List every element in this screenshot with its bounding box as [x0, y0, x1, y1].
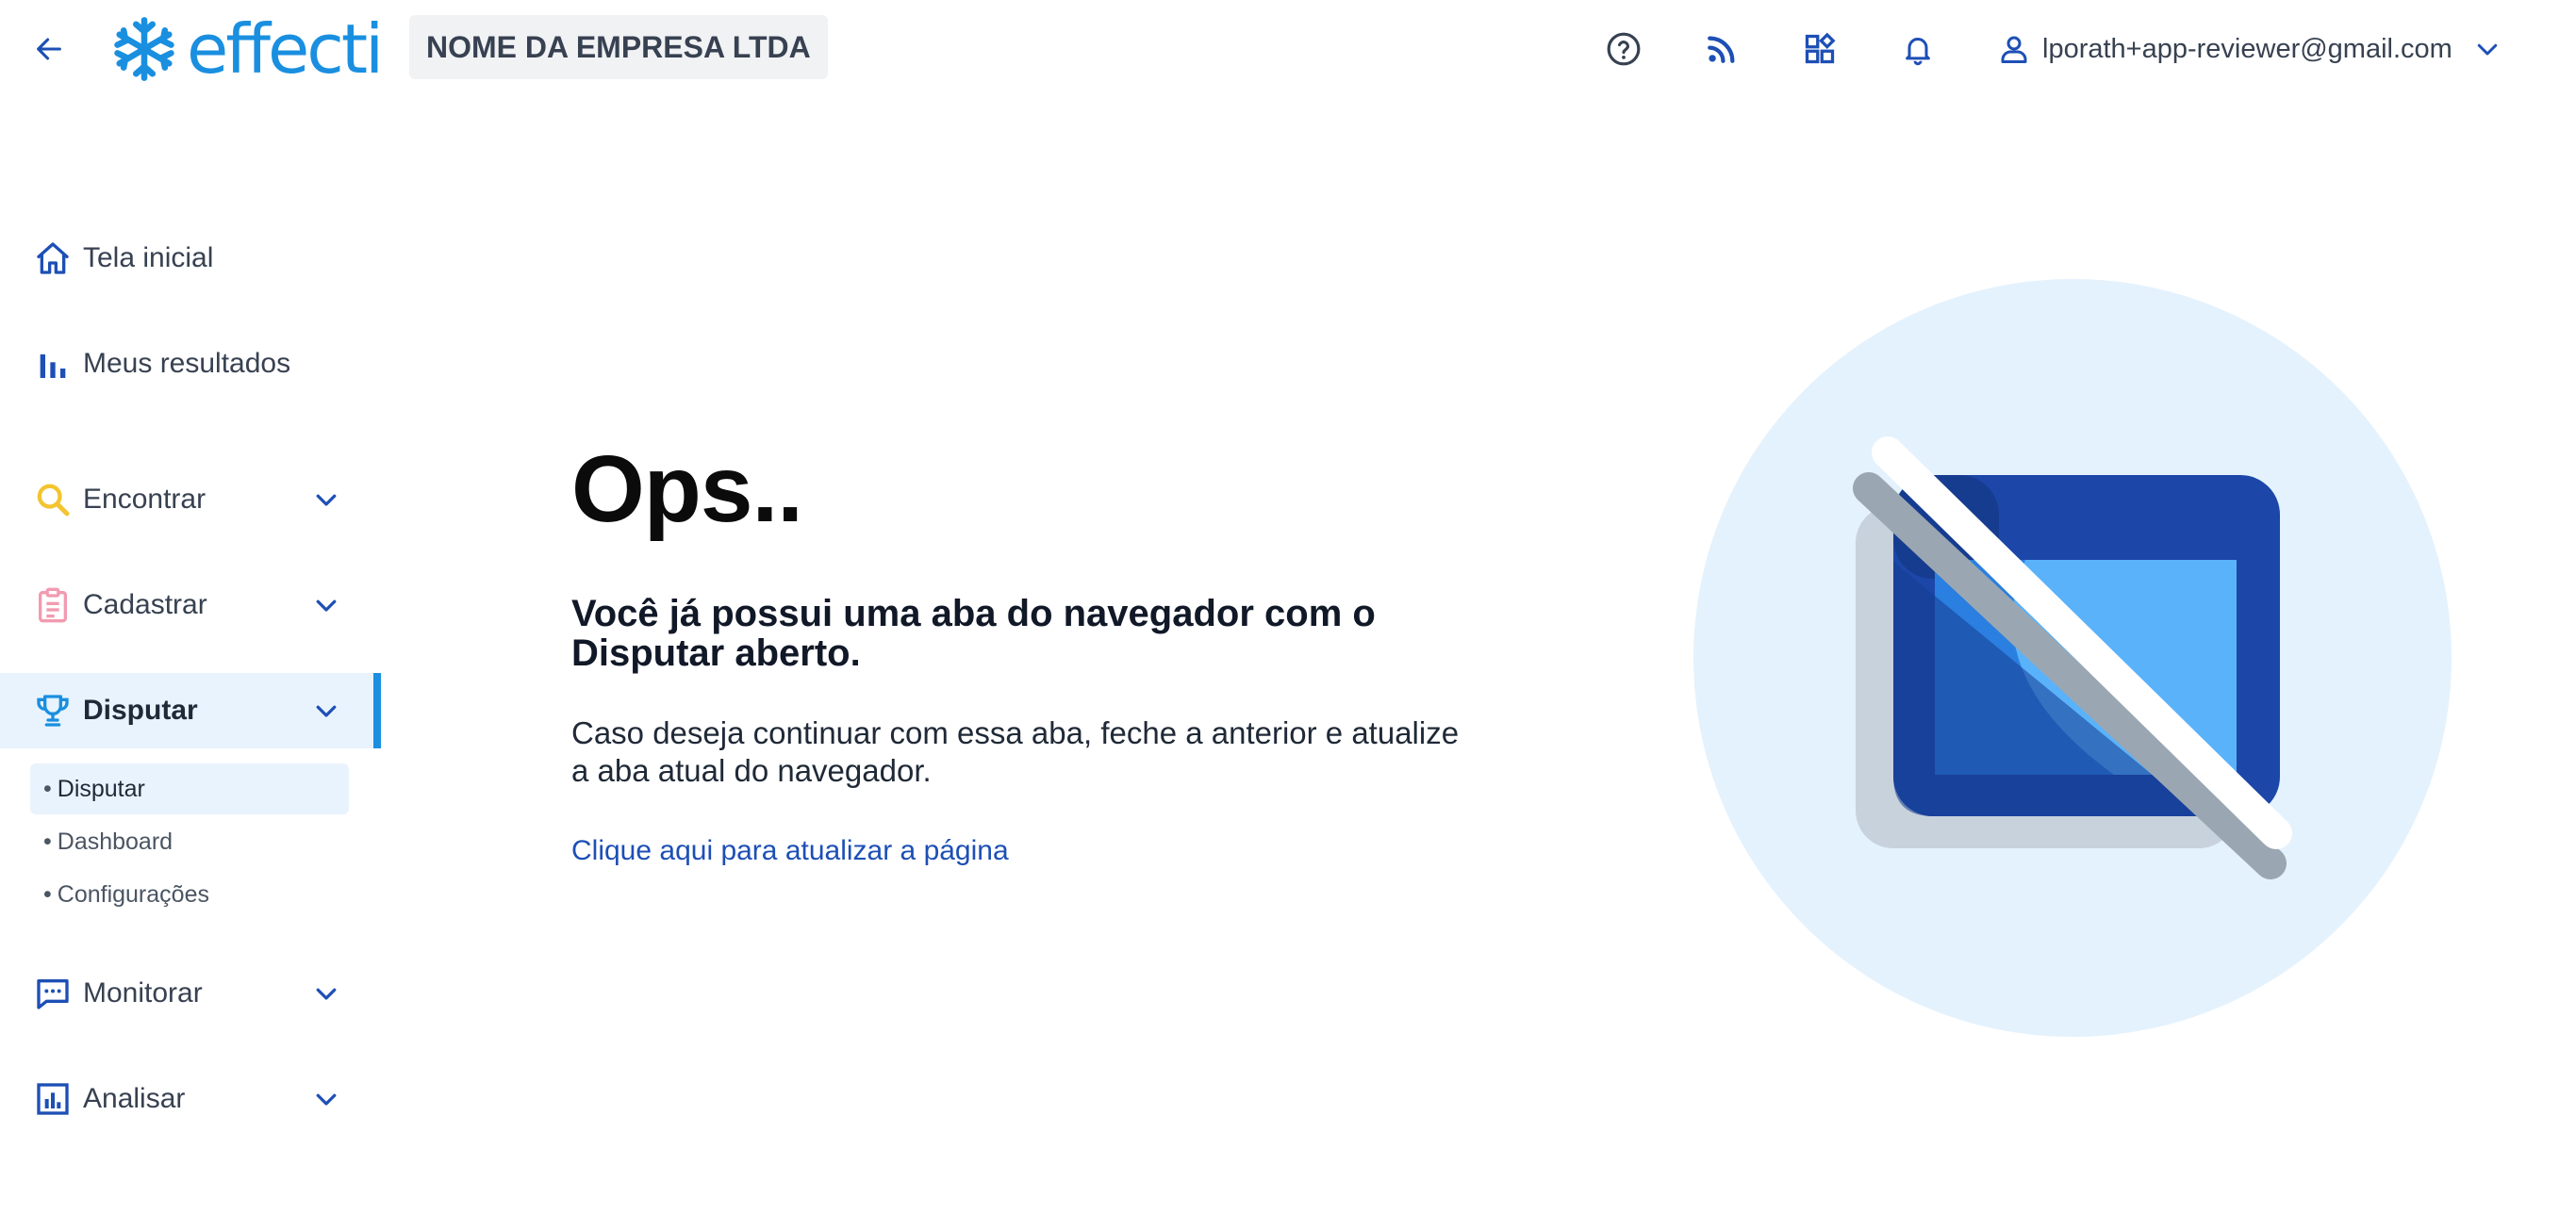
- sidebar-item-tela-inicial[interactable]: Tela inicial: [0, 221, 381, 296]
- bullet: •: [43, 828, 52, 855]
- help-icon: [1607, 32, 1641, 66]
- chevron-down-icon[interactable]: [307, 481, 345, 518]
- chevron-down-icon[interactable]: [307, 692, 345, 730]
- sidebar-item-cadastrar[interactable]: Cadastrar: [0, 567, 381, 643]
- user-menu[interactable]: lporath+app-reviewer@gmail.com: [1997, 25, 2502, 74]
- rss-feed-icon: [1708, 36, 1735, 63]
- error-subtitle: Você já possui uma aba do navegador com …: [571, 593, 1376, 674]
- bullet: •: [43, 880, 52, 908]
- chat-icon: [32, 973, 74, 1014]
- arrow-left-icon: [37, 38, 61, 60]
- feed-button[interactable]: [1701, 28, 1742, 70]
- sidebar-item-analisar[interactable]: Analisar: [0, 1061, 381, 1137]
- bar-chart-icon: [32, 343, 74, 385]
- chevron-down-icon[interactable]: [307, 586, 345, 624]
- help-button[interactable]: [1603, 28, 1644, 70]
- error-description: Caso deseja continuar com essa aba, fech…: [571, 715, 1460, 788]
- chevron-down-icon: [2477, 43, 2498, 56]
- snowflake-logo-icon: [114, 17, 174, 81]
- page: effecti NOME DA EMPRESA LTDA lporath+app…: [0, 0, 2576, 1214]
- sidebar-item-label: Tela inicial: [83, 242, 214, 273]
- trophy-icon: [32, 690, 74, 731]
- bell-icon: [1906, 38, 1930, 66]
- sidebar-item-label: Monitorar: [83, 977, 203, 1009]
- sidebar-item-label: Encontrar: [83, 484, 206, 515]
- chevron-down-icon[interactable]: [307, 975, 345, 1012]
- analytics-icon: [32, 1078, 74, 1120]
- sidebar-item-encontrar[interactable]: Encontrar: [0, 462, 381, 537]
- bullet: •: [43, 775, 52, 802]
- user-email: lporath+app-reviewer@gmail.com: [2042, 33, 2452, 64]
- sidebar-item-label: Meus resultados: [83, 348, 291, 379]
- subitem-label: Dashboard: [57, 828, 173, 855]
- logo-wordmark: effecti: [187, 9, 384, 89]
- subitem-label: Disputar: [57, 775, 145, 802]
- refresh-page-link[interactable]: Clique aqui para atualizar a página: [571, 835, 1009, 867]
- back-button[interactable]: [28, 30, 70, 68]
- apps-button[interactable]: [1799, 28, 1841, 70]
- sidebar-item-label: Cadastrar: [83, 589, 207, 620]
- sidebar-item-monitorar[interactable]: Monitorar: [0, 956, 381, 1031]
- search-icon: [32, 479, 74, 520]
- sidebar-item-meus-resultados[interactable]: Meus resultados: [0, 326, 381, 402]
- sidebar-subitem-dashboard[interactable]: • Dashboard: [30, 816, 349, 867]
- sidebar-subitem-configuracoes[interactable]: • Configurações: [30, 869, 349, 920]
- sidebar-item-label: Analisar: [83, 1083, 186, 1114]
- effecti-logo[interactable]: effecti: [111, 9, 384, 89]
- user-icon: [2001, 36, 2027, 63]
- apps-grid-icon: [1805, 32, 1836, 64]
- company-name-chip[interactable]: NOME DA EMPRESA LTDA: [409, 15, 828, 79]
- sidebar-item-label: Disputar: [83, 695, 198, 726]
- sidebar-item-disputar[interactable]: Disputar: [0, 673, 381, 748]
- chevron-down-icon[interactable]: [307, 1080, 345, 1118]
- error-title: Ops..: [571, 436, 803, 542]
- home-icon: [32, 238, 74, 279]
- sidebar-subitem-disputar[interactable]: • Disputar: [30, 763, 349, 814]
- clipboard-icon: [32, 584, 74, 626]
- blocked-tab-illustration: [1693, 279, 2452, 1037]
- subitem-label: Configurações: [57, 880, 209, 908]
- notifications-button[interactable]: [1897, 28, 1939, 70]
- top-bar: effecti NOME DA EMPRESA LTDA lporath+app…: [0, 0, 2576, 98]
